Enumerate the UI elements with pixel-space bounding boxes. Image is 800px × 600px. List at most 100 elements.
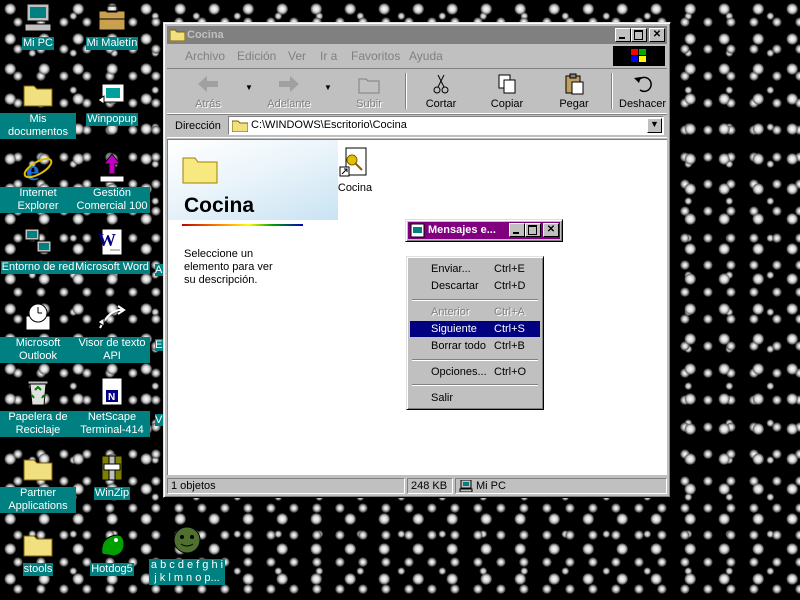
desktop-icon-microsoft-word[interactable]: W Microsoft Word — [74, 226, 150, 274]
mensajes-titlebar[interactable]: Mensajes e... ✕ — [408, 222, 560, 239]
internet-explorer-icon: e — [22, 152, 54, 187]
svg-text:N: N — [108, 392, 115, 403]
folder-icon — [22, 528, 54, 560]
forward-dropdown-icon[interactable]: ▼ — [324, 83, 332, 92]
desktop-partial-label: V — [155, 414, 163, 426]
cut-button[interactable]: Cortar — [413, 73, 469, 110]
maximize-button[interactable] — [631, 28, 647, 42]
undo-button[interactable]: Deshacer — [619, 73, 669, 110]
paste-button[interactable]: Pegar — [545, 73, 603, 110]
context-menu: Enviar... Ctrl+E Descartar Ctrl+D Anteri… — [406, 256, 544, 410]
toolbar-separator — [611, 73, 612, 109]
desktop-icon-mi-maletin[interactable]: Mi Maletín — [74, 2, 150, 50]
desktop-icon-label: Partner Applications — [0, 487, 76, 513]
forward-button[interactable]: Adelante — [257, 73, 321, 110]
desktop-icon-hotdog[interactable]: Hotdog5 — [74, 528, 150, 576]
menu-item-enviar[interactable]: Enviar... Ctrl+E — [410, 261, 540, 277]
computer-icon — [22, 2, 54, 34]
menu-separator — [412, 384, 538, 385]
menu-archivo[interactable]: Archivo — [185, 49, 225, 63]
desktop-icon-winpopup[interactable]: Winpopup — [74, 78, 150, 126]
desktop-icon-netscape[interactable]: N NetScape Terminal-414 — [74, 376, 150, 437]
desktop-icon-entorno-de-red[interactable]: Entorno de red — [0, 226, 76, 274]
desktop-icon-label: Internet Explorer — [0, 187, 76, 213]
folder-icon — [22, 78, 54, 110]
desktop-icon-gestion-comercial[interactable]: Gestión Comercial 100 — [74, 152, 150, 213]
status-location: Mi PC — [455, 478, 667, 494]
svg-text:W: W — [98, 230, 116, 250]
folder-icon — [169, 28, 186, 42]
winpopup-icon — [96, 78, 128, 110]
computer-icon — [459, 479, 473, 496]
desktop-icon-label: Papelera de Reciclaje — [0, 411, 76, 437]
text-viewer-icon — [96, 302, 128, 334]
webview-title: Cocina — [184, 194, 255, 217]
maximize-icon — [634, 30, 643, 40]
status-objects: 1 objetos — [167, 478, 405, 494]
copy-button[interactable]: Copiar — [479, 73, 535, 110]
scissors-icon — [429, 73, 453, 95]
mensajes-title: Mensajes e... — [428, 224, 496, 236]
menu-item-descartar[interactable]: Descartar Ctrl+D — [410, 278, 540, 294]
back-button[interactable]: Atrás — [179, 73, 237, 110]
windows-logo — [613, 46, 665, 66]
netscape-document-icon: N — [96, 376, 128, 408]
desktop-icon-abc[interactable]: a b c d e f g h i j k l m n o p... — [148, 524, 226, 585]
winzip-icon — [96, 452, 128, 484]
desktop-icon-visor-de-texto[interactable]: Visor de texto API — [74, 302, 150, 363]
menu-ayuda[interactable]: Ayuda — [409, 49, 443, 63]
menu-item-salir[interactable]: Salir — [410, 390, 540, 406]
folder-icon — [182, 154, 218, 184]
gestion-comercial-icon — [96, 152, 128, 184]
close-icon: ✕ — [652, 29, 662, 40]
word-icon: W — [96, 226, 128, 258]
address-input[interactable]: C:\WINDOWS\Escritorio\Cocina ▼ — [228, 116, 664, 135]
close-button[interactable]: ✕ — [543, 223, 559, 237]
address-label: Dirección — [175, 120, 221, 132]
desktop-icon-label: Hotdog5 — [90, 563, 134, 576]
menu-ir-a[interactable]: Ir a — [320, 49, 337, 63]
menu-item-siguiente[interactable]: Siguiente Ctrl+S — [410, 321, 540, 337]
back-dropdown-icon[interactable]: ▼ — [245, 83, 253, 92]
file-item-cocina[interactable]: Cocina — [328, 146, 382, 194]
desktop-partial-label: E — [155, 339, 163, 351]
smiley-face-icon — [171, 524, 203, 556]
desktop-icon-internet-explorer[interactable]: e Internet Explorer — [0, 152, 76, 213]
desktop-icon-label: Microsoft Word — [74, 261, 150, 274]
toolbar-separator — [405, 73, 406, 109]
toolbar: Atrás ▼ Adelante ▼ Subir Cortar Copiar P… — [167, 68, 667, 114]
outlook-clock-icon — [22, 302, 54, 334]
menu-ver[interactable]: Ver — [288, 49, 306, 63]
network-icon — [22, 226, 54, 258]
menu-item-anterior: Anterior Ctrl+A — [431, 306, 525, 318]
desktop-partial-label: A — [155, 264, 163, 276]
shortcut-key-icon — [339, 146, 371, 178]
rainbow-divider — [182, 224, 303, 226]
maximize-button[interactable] — [525, 223, 541, 237]
copy-icon — [495, 73, 519, 95]
desktop-icon-mi-pc[interactable]: Mi PC — [0, 2, 76, 50]
up-button[interactable]: Subir — [345, 73, 393, 110]
minimize-button[interactable] — [615, 28, 631, 42]
close-button[interactable]: ✕ — [649, 28, 665, 42]
minimize-button[interactable] — [509, 223, 525, 237]
menu-item-borrar-todo[interactable]: Borrar todo Ctrl+B — [410, 338, 540, 354]
desktop-icon-papelera[interactable]: Papelera de Reciclaje — [0, 376, 76, 437]
desktop-icon-partner-applications[interactable]: Partner Applications — [0, 452, 76, 513]
file-item-label: Cocina — [337, 182, 373, 194]
menu-favoritos[interactable]: Favoritos — [351, 49, 400, 63]
menu-edicion[interactable]: Edición — [237, 49, 276, 63]
desktop-icon-stools[interactable]: stools — [0, 528, 76, 576]
menu-separator — [412, 299, 538, 300]
desktop-icon-label: Entorno de red — [0, 261, 76, 274]
desktop-icon-label: Mis documentos — [0, 113, 76, 139]
desktop-icon-microsoft-outlook[interactable]: Microsoft Outlook — [0, 302, 76, 363]
window-titlebar[interactable]: Cocina ✕ — [167, 26, 667, 44]
mensajes-window[interactable]: Mensajes e... ✕ — [405, 219, 563, 242]
menu-item-opciones[interactable]: Opciones... Ctrl+O — [410, 364, 540, 380]
status-bar: 1 objetos 248 KB Mi PC — [167, 477, 667, 495]
address-dropdown-button[interactable]: ▼ — [647, 118, 662, 133]
desktop-icon-winzip[interactable]: WinZip — [74, 452, 150, 500]
desktop-icon-mis-documentos[interactable]: Mis documentos — [0, 78, 76, 139]
desktop-icon-label: Mi PC — [22, 37, 54, 50]
